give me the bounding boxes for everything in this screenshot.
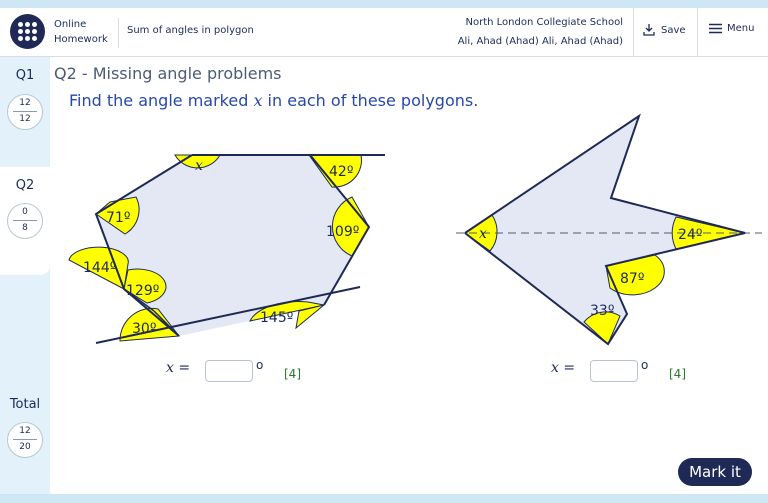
answer-input-1[interactable] bbox=[205, 360, 253, 382]
app-logo-icon[interactable] bbox=[10, 14, 45, 49]
angle-label: 33º bbox=[590, 303, 614, 319]
marks-label: [4] bbox=[669, 367, 686, 381]
angle-label: 24º bbox=[678, 227, 702, 243]
answer-label-text: x = bbox=[551, 360, 576, 376]
mark-it-button[interactable]: Mark it bbox=[678, 458, 752, 486]
score-total: 8 bbox=[22, 223, 28, 233]
header-divider bbox=[697, 8, 698, 56]
menu-label: Menu bbox=[727, 23, 755, 34]
top-strip bbox=[0, 0, 768, 8]
score-value: 12 bbox=[19, 426, 31, 436]
sidebar-item-q2[interactable]: Q2 0 8 bbox=[0, 167, 50, 275]
score-value: 0 bbox=[22, 207, 28, 217]
score-badge: 0 8 bbox=[7, 203, 43, 239]
assignment-title: Sum of angles in polygon bbox=[127, 25, 254, 36]
degree-symbol: o bbox=[256, 358, 264, 372]
header: Online Homework Sum of angles in polygon… bbox=[0, 8, 768, 57]
question-sidebar: Q1 12 12 Q2 0 8 Total 12 20 bbox=[0, 57, 50, 494]
save-icon bbox=[643, 24, 655, 36]
brand-name: Online Homework bbox=[54, 17, 108, 47]
brand-line-1: Online bbox=[54, 19, 87, 30]
sidebar-total: Total 12 20 bbox=[0, 387, 50, 494]
score-badge: 12 12 bbox=[7, 94, 43, 130]
score-value: 12 bbox=[19, 98, 31, 108]
answer-label: x = bbox=[551, 360, 575, 380]
question-panel: Q2 - Missing angle problems Find the ang… bbox=[50, 57, 768, 494]
polygon-figure-2: x 24º 87º 33º bbox=[456, 113, 762, 346]
header-divider bbox=[633, 8, 634, 56]
answer-input-2[interactable] bbox=[590, 360, 638, 382]
answer-label: x = bbox=[166, 360, 190, 380]
brand-line-2: Homework bbox=[54, 34, 108, 45]
bottom-strip bbox=[0, 494, 768, 503]
marks-label: [4] bbox=[284, 367, 301, 381]
save-label: Save bbox=[661, 24, 686, 36]
menu-button[interactable]: Menu bbox=[709, 23, 754, 34]
sidebar-item-q1[interactable]: Q1 12 12 bbox=[0, 57, 50, 197]
total-label: Total bbox=[9, 397, 41, 412]
hamburger-icon bbox=[709, 23, 722, 34]
school-name: North London Collegiate School bbox=[465, 17, 624, 28]
score-badge: 12 20 bbox=[7, 422, 43, 458]
user-name: Ali, Ahad (Ahad) Ali, Ahad (Ahad) bbox=[457, 36, 623, 47]
question-label: Q2 bbox=[15, 178, 35, 193]
question-label: Q1 bbox=[15, 68, 35, 83]
header-divider bbox=[118, 18, 119, 48]
score-total: 20 bbox=[19, 442, 31, 452]
answer-label-text: x = bbox=[166, 360, 191, 376]
save-button[interactable]: Save bbox=[642, 23, 686, 37]
angle-label: x bbox=[479, 226, 487, 242]
degree-symbol: o bbox=[641, 358, 649, 372]
angle-label: 87º bbox=[620, 271, 644, 287]
user-info: North London Collegiate School Ali, Ahad… bbox=[458, 13, 623, 51]
score-total: 12 bbox=[19, 114, 31, 124]
